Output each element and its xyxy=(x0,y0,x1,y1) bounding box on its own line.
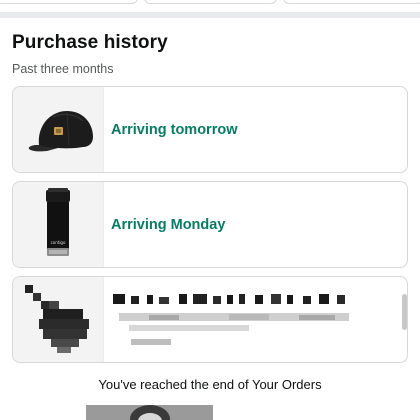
pixelated-item-icon xyxy=(25,285,89,353)
order-card[interactable]: Arriving tomorrow xyxy=(12,86,408,173)
recommendation-image[interactable] xyxy=(86,405,213,420)
person-photo-icon xyxy=(86,405,213,420)
top-tabs xyxy=(0,0,420,6)
end-of-orders-message: You've reached the end of Your Orders xyxy=(98,377,322,392)
svg-text:contigo: contigo xyxy=(51,240,66,245)
top-tab-2[interactable] xyxy=(144,0,277,4)
order-thumbnail[interactable] xyxy=(13,277,104,362)
travel-tumbler-icon: contigo xyxy=(46,188,70,256)
order-card[interactable] xyxy=(12,276,408,363)
baseball-cap-icon xyxy=(28,111,93,152)
section-title: Purchase history xyxy=(12,32,168,53)
scrollbar-thumb[interactable] xyxy=(402,294,407,330)
order-thumbnail[interactable]: contigo xyxy=(13,182,104,267)
order-status: Arriving tomorrow xyxy=(111,121,238,138)
section-subtitle: Past three months xyxy=(12,62,114,76)
order-thumbnail[interactable] xyxy=(13,87,104,172)
top-tab-3[interactable] xyxy=(283,0,420,4)
order-card[interactable]: contigo Arriving Monday xyxy=(12,181,408,268)
order-status: Arriving Monday xyxy=(111,216,226,233)
top-tab-1[interactable] xyxy=(0,0,138,4)
section-divider xyxy=(0,12,420,18)
redacted-text-icon xyxy=(113,294,349,345)
